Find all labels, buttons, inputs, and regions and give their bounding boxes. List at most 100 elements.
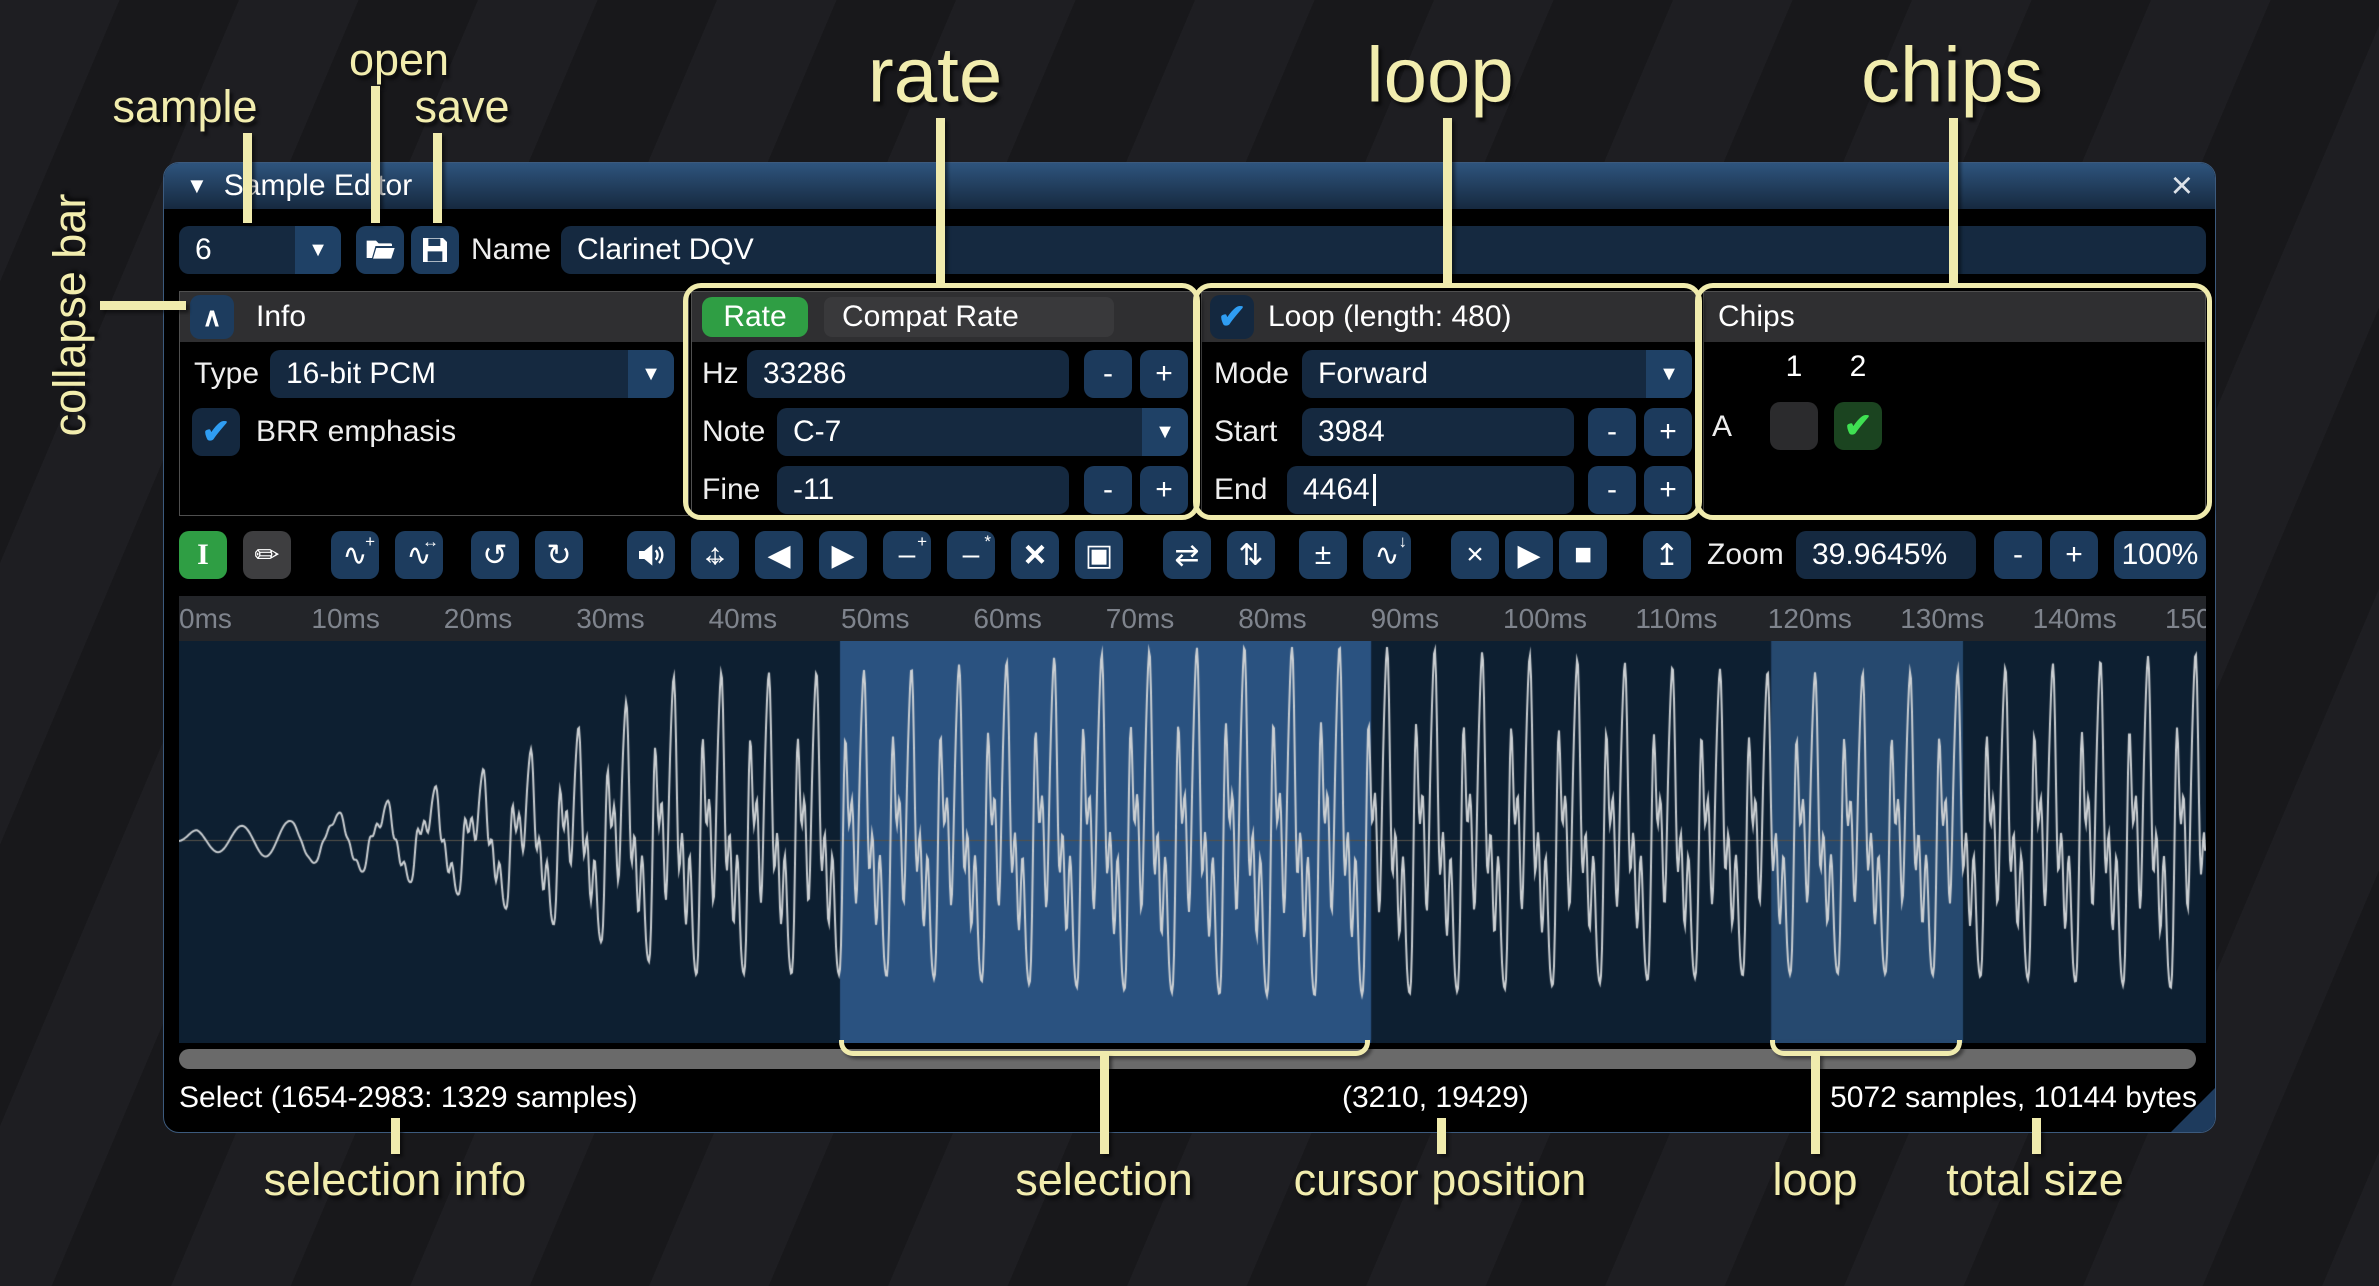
annotation-cursor-position-label: cursor position	[1294, 1154, 1587, 1206]
play-icon: ▶	[1517, 538, 1540, 573]
timeline-tick: 70ms	[1106, 596, 1174, 641]
delete-button[interactable]: ×	[1011, 531, 1059, 579]
info-section: ∧ Info Type 16-bit PCM ▼ ✔ BRR emphasis	[179, 291, 689, 516]
redo-button[interactable]: ↻	[535, 531, 583, 579]
wave-filter-icon-modifier: ↓	[1399, 532, 1408, 552]
annotation-selection-info-label: selection info	[264, 1154, 527, 1206]
resize-grip[interactable]	[2171, 1088, 2215, 1132]
annotation-collapse-bar-label: collapse bar	[44, 194, 96, 437]
apply-silence-button[interactable]: –*	[947, 531, 995, 579]
timeline-tick: 90ms	[1371, 596, 1439, 641]
timeline-tick: 40ms	[709, 596, 777, 641]
stop-button[interactable]: ■	[1559, 531, 1607, 579]
wave-plus-icon: ∿	[342, 538, 367, 573]
total-size-status: 5072 samples, 10144 bytes	[1830, 1081, 2197, 1115]
zoom-reset-button[interactable]: 100%	[2114, 531, 2206, 579]
annotation-chips-label: chips	[1861, 30, 2043, 121]
resample-button[interactable]: ∿↔	[395, 531, 443, 579]
amplify-button[interactable]	[627, 531, 675, 579]
screenshot-stage: ▼ Sample Editor × 6 ▼ Name Clarinet DQV …	[0, 0, 2379, 1286]
waveform-canvas[interactable]	[179, 641, 2206, 1043]
annotation-collapse-bar-line	[100, 301, 186, 310]
type-label: Type	[194, 357, 259, 391]
crop-icon: ▣	[1085, 538, 1113, 573]
annotation-selection-label: selection	[1015, 1154, 1193, 1206]
chevron-down-icon[interactable]: ▼	[628, 350, 674, 398]
plus-minus-icon: ±	[1315, 538, 1331, 572]
undo-button[interactable]: ↺	[471, 531, 519, 579]
name-input[interactable]: Clarinet DQV	[561, 226, 2206, 274]
open-button[interactable]	[356, 226, 404, 274]
timeline-ruler[interactable]: 0ms10ms20ms30ms40ms50ms60ms70ms80ms90ms1…	[179, 596, 2206, 641]
timeline-tick: 60ms	[973, 596, 1041, 641]
annotation-selection-line	[1100, 1054, 1109, 1154]
fade-in-icon: ◀	[767, 538, 790, 573]
crossfade-button[interactable]: ×	[1451, 531, 1499, 579]
timeline-tick: 80ms	[1238, 596, 1306, 641]
reverse-arrows-icon: ⇄	[1174, 538, 1199, 573]
timeline-tick: 130ms	[1900, 596, 1984, 641]
select-mode-button[interactable]: I	[179, 531, 227, 579]
zoom-minus-button[interactable]: -	[1994, 531, 2042, 579]
zoom-plus-button[interactable]: +	[2050, 531, 2098, 579]
annotation-chips-outline	[1695, 283, 2212, 520]
preview-button[interactable]: ▶	[1505, 531, 1553, 579]
reverse-button[interactable]: ⇄	[1163, 531, 1211, 579]
fade-in-button[interactable]: ◀	[755, 531, 803, 579]
undo-icon: ↺	[482, 538, 507, 573]
timeline-tick: 120ms	[1768, 596, 1852, 641]
make-instrument-button[interactable]: ↥	[1643, 531, 1691, 579]
wave-plus-icon-modifier: +	[365, 532, 375, 552]
timeline-tick: 150ms	[2165, 596, 2206, 641]
timeline-tick: 110ms	[1635, 596, 1717, 641]
ibeam-cursor-icon: I	[197, 538, 209, 572]
timeline-tick: 20ms	[444, 596, 512, 641]
insert-silence-button[interactable]: –+	[883, 531, 931, 579]
cursor-position-status: (3210, 19429)	[1342, 1081, 1529, 1115]
timeline-tick: 10ms	[311, 596, 379, 641]
annotation-sample-line	[243, 133, 252, 223]
adjust-sign-button[interactable]: ±	[1299, 531, 1347, 579]
selection-info-status: Select (1654-2983: 1329 samples)	[179, 1081, 638, 1115]
window-titlebar[interactable]: ▼ Sample Editor	[164, 163, 2215, 209]
brr-emphasis-checkbox[interactable]: ✔	[192, 408, 240, 456]
line-star-icon: –	[963, 538, 980, 572]
annotation-loop-outline	[1193, 283, 1702, 520]
draw-mode-button[interactable]: ✏	[243, 531, 291, 579]
timeline-tick: 50ms	[841, 596, 909, 641]
sample-index-value: 6	[195, 226, 212, 274]
info-section-title: Info	[256, 300, 306, 334]
chevron-down-icon[interactable]: ▼	[295, 226, 341, 274]
speaker-icon	[635, 539, 667, 571]
window-title: Sample Editor	[224, 169, 412, 203]
filter-button[interactable]: ∿↓	[1363, 531, 1411, 579]
cross-curves-icon: ×	[1466, 538, 1484, 572]
annotation-rate-outline	[683, 283, 1200, 520]
annotation-loop-line	[1443, 118, 1452, 283]
invert-arrows-icon: ⇅	[1238, 538, 1263, 573]
fade-out-button[interactable]: ▶	[819, 531, 867, 579]
window-collapse-icon[interactable]: ▼	[186, 173, 208, 199]
normalize-button[interactable]: ↔↕	[691, 531, 739, 579]
annotation-chips-line	[1949, 118, 1958, 283]
type-dropdown[interactable]: 16-bit PCM ▼	[270, 350, 674, 398]
save-button[interactable]	[411, 226, 459, 274]
close-icon[interactable]: ×	[2171, 163, 2193, 209]
x-icon: ×	[1024, 534, 1046, 577]
annotation-loop-bottom-line	[1811, 1054, 1820, 1154]
name-label: Name	[471, 233, 551, 267]
invert-button[interactable]: ⇅	[1227, 531, 1275, 579]
trim-button[interactable]: ▣	[1075, 531, 1123, 579]
annotation-cursor-position-line	[1437, 1118, 1446, 1154]
timeline-tick: 30ms	[576, 596, 644, 641]
zoom-input[interactable]: 39.9645%	[1796, 531, 1976, 579]
wave-stretch-icon-modifier: ↔	[422, 532, 439, 552]
resize-button[interactable]: ∿+	[331, 531, 379, 579]
check-icon: ✔	[202, 412, 231, 452]
sample-index-dropdown[interactable]: 6 ▼	[179, 226, 341, 274]
wave-filter-icon: ∿	[1374, 538, 1399, 573]
name-value: Clarinet DQV	[577, 233, 754, 267]
line-plus-icon-modifier: +	[917, 532, 927, 552]
info-collapse-button[interactable]: ∧	[190, 295, 234, 339]
annotation-loop-bracket	[1770, 1040, 1962, 1056]
